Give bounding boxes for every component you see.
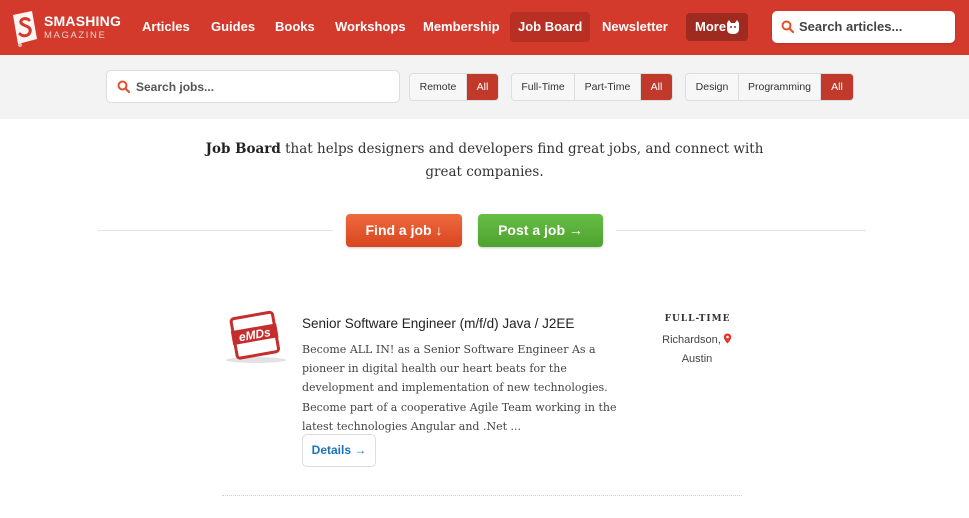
nav-item-membership[interactable]: Membership [415, 12, 508, 42]
job-filter-bar: Search jobs... Remote All Full-Time Part… [0, 55, 969, 119]
nav-item-job-board[interactable]: Job Board [510, 12, 591, 42]
listing-separator [222, 495, 742, 496]
find-job-button[interactable]: Find a job ↓ [346, 214, 462, 247]
filter-type-all-button[interactable]: All [641, 74, 672, 100]
job-location-city: Richardson, [662, 334, 721, 346]
location-filter-group: Remote All [409, 73, 499, 101]
divider-right [616, 230, 866, 231]
job-description: Become ALL IN! as a Senior Software Engi… [302, 343, 617, 433]
article-search-placeholder: Search articles... [799, 19, 903, 34]
job-type-label: FULL-TIME [664, 314, 731, 324]
top-navigation: SMASHING MAGAZINE Articles Guides Books … [0, 0, 969, 55]
map-pin-icon [723, 333, 732, 344]
brand-name: SMASHING [44, 13, 122, 29]
post-job-button[interactable]: Post a job → [478, 214, 603, 247]
more-label: More [695, 19, 727, 34]
nav-item-articles[interactable]: Articles [134, 12, 198, 42]
job-location-region: Austin [681, 353, 713, 365]
filter-design-button[interactable]: Design [686, 74, 739, 100]
nav-item-books[interactable]: Books [267, 12, 323, 42]
brand-tagline: MAGAZINE [44, 30, 107, 41]
job-board-intro: Job Board that helps designers and devel… [200, 138, 769, 184]
intro-text: that helps designers and developers find… [280, 141, 764, 180]
filter-category-all-button[interactable]: All [821, 74, 853, 100]
type-filter-group: Full-Time Part-Time All [511, 73, 673, 101]
article-search-input[interactable]: Search articles... [772, 11, 955, 43]
job-search-placeholder: Search jobs... [136, 80, 215, 94]
smashing-s-logo-icon [13, 11, 37, 47]
search-icon [117, 80, 130, 93]
filter-remote-button[interactable]: Remote [410, 74, 467, 100]
more-menu-button[interactable]: More [686, 13, 748, 41]
nav-item-newsletter[interactable]: Newsletter [594, 12, 676, 42]
smashing-logo[interactable]: SMASHING MAGAZINE [10, 9, 125, 47]
search-icon [781, 20, 794, 33]
cat-icon [727, 20, 739, 34]
nav-item-guides[interactable]: Guides [203, 12, 263, 42]
job-details-button[interactable]: Details → [302, 434, 376, 467]
filter-full-time-button[interactable]: Full-Time [512, 74, 575, 100]
filter-programming-button[interactable]: Programming [739, 74, 821, 100]
divider-left [98, 230, 333, 231]
category-filter-group: Design Programming All [685, 73, 854, 101]
job-location: Richardson, Austin [648, 331, 746, 369]
job-search-input[interactable]: Search jobs... [106, 70, 400, 103]
job-title-link[interactable]: Senior Software Engineer (m/f/d) Java / … [302, 316, 574, 331]
nav-item-workshops[interactable]: Workshops [327, 12, 414, 42]
filter-part-time-button[interactable]: Part-Time [575, 74, 641, 100]
company-logo[interactable]: eMDs [222, 308, 290, 364]
filter-location-all-button[interactable]: All [467, 74, 498, 100]
intro-highlight: Job Board [205, 141, 281, 157]
